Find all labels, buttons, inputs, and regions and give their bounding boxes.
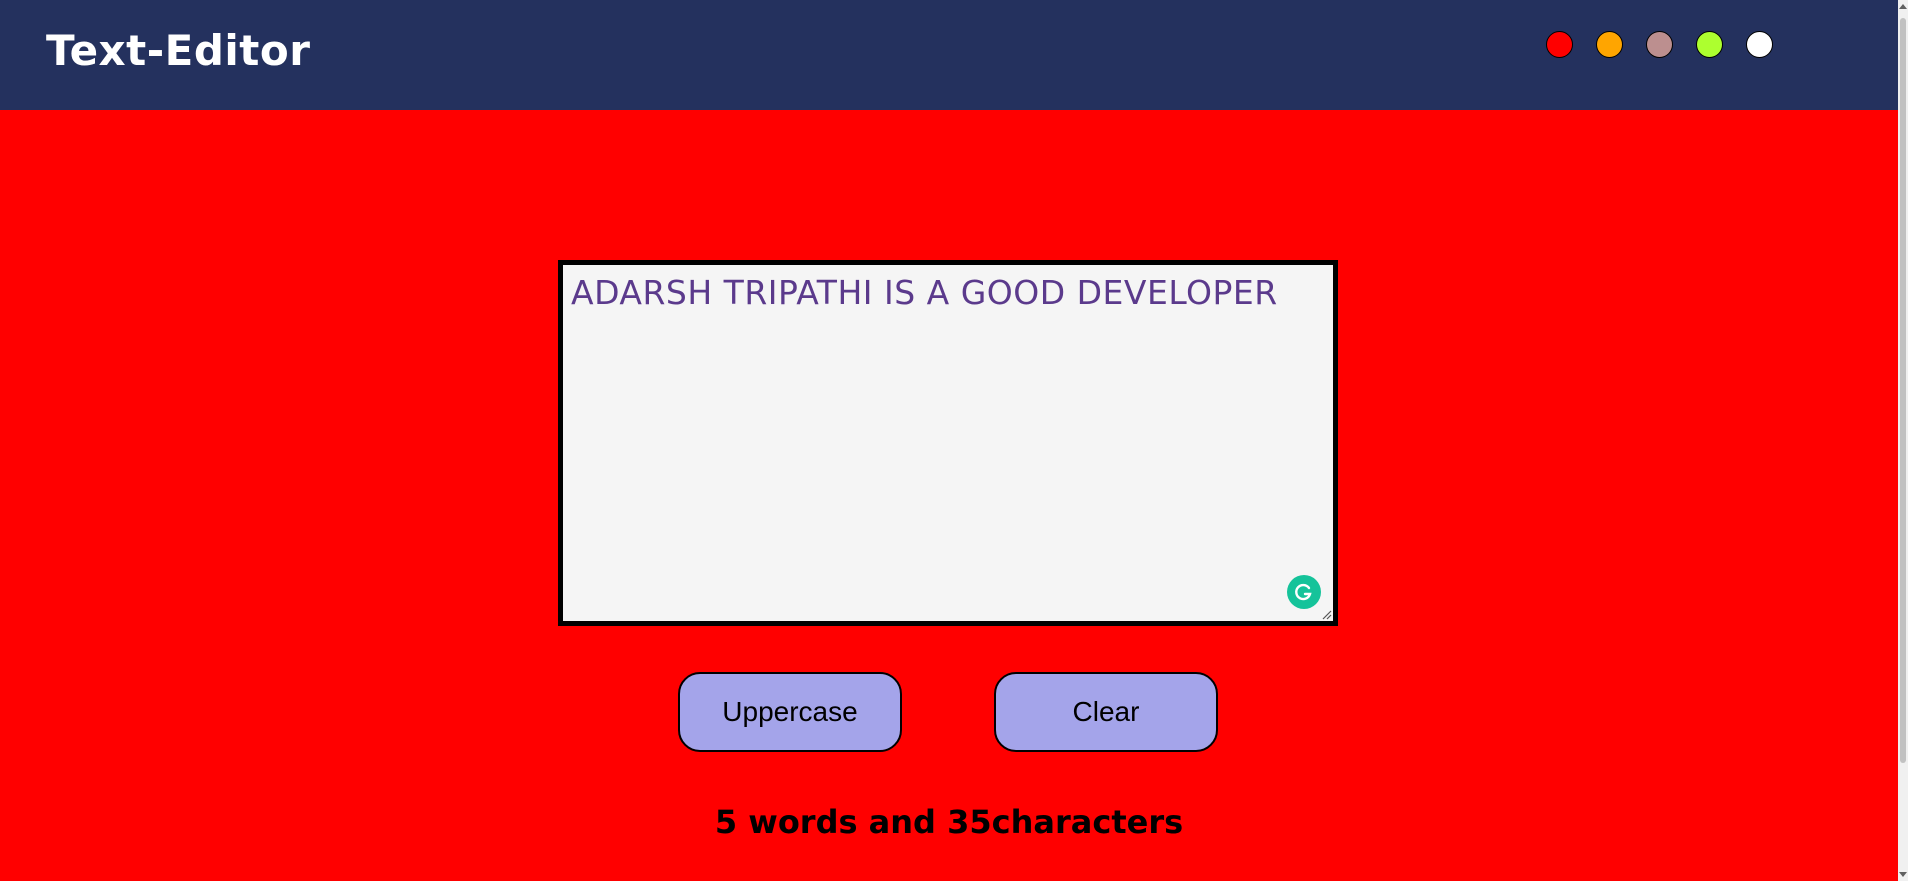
main-content: ADARSH TRIPATHI IS A GOOD DEVELOPER Uppe… <box>0 110 1898 881</box>
grammarly-icon[interactable] <box>1287 575 1321 609</box>
clear-button[interactable]: Clear <box>994 672 1218 752</box>
navbar: Text-Editor <box>0 0 1898 110</box>
theme-swatch-greenyellow[interactable] <box>1696 31 1723 58</box>
grammarly-glyph-icon <box>1295 583 1312 601</box>
theme-swatch-orange[interactable] <box>1596 31 1623 58</box>
scroll-down-icon[interactable] <box>1899 872 1907 877</box>
resize-handle-icon[interactable] <box>1321 609 1332 620</box>
word-count-status: 5 words and 35characters <box>714 803 1184 841</box>
theme-swatch-white[interactable] <box>1746 31 1773 58</box>
editor-text[interactable]: ADARSH TRIPATHI IS A GOOD DEVELOPER <box>571 273 1325 312</box>
text-editor-area[interactable]: ADARSH TRIPATHI IS A GOOD DEVELOPER <box>558 260 1338 626</box>
theme-swatch-rosybrown[interactable] <box>1646 31 1673 58</box>
scrollbar-thumb[interactable] <box>1900 18 1906 763</box>
page-scrollbar[interactable] <box>1898 0 1908 881</box>
brand-title[interactable]: Text-Editor <box>46 26 310 75</box>
uppercase-button[interactable]: Uppercase <box>678 672 902 752</box>
scroll-up-icon[interactable] <box>1899 4 1907 9</box>
theme-swatch-red[interactable] <box>1546 31 1573 58</box>
